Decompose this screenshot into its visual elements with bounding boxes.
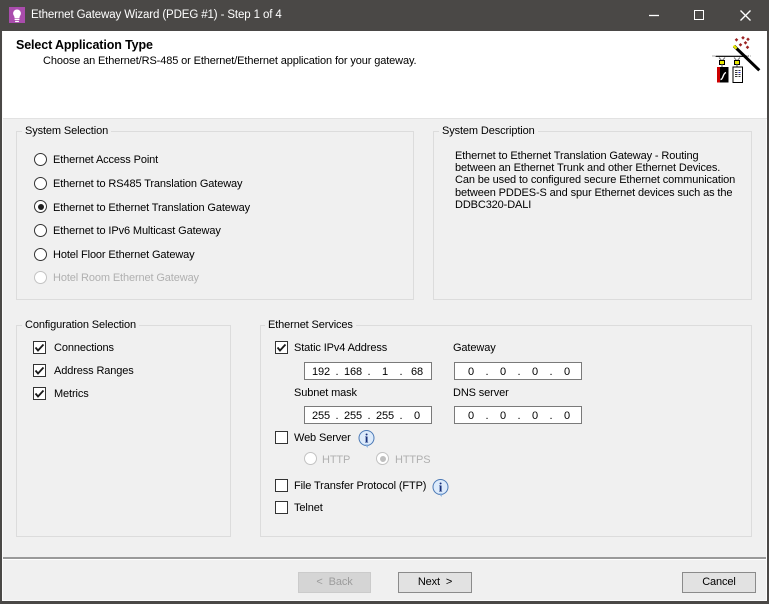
svg-text:i: i: [365, 431, 369, 446]
svg-text:i: i: [439, 480, 443, 495]
